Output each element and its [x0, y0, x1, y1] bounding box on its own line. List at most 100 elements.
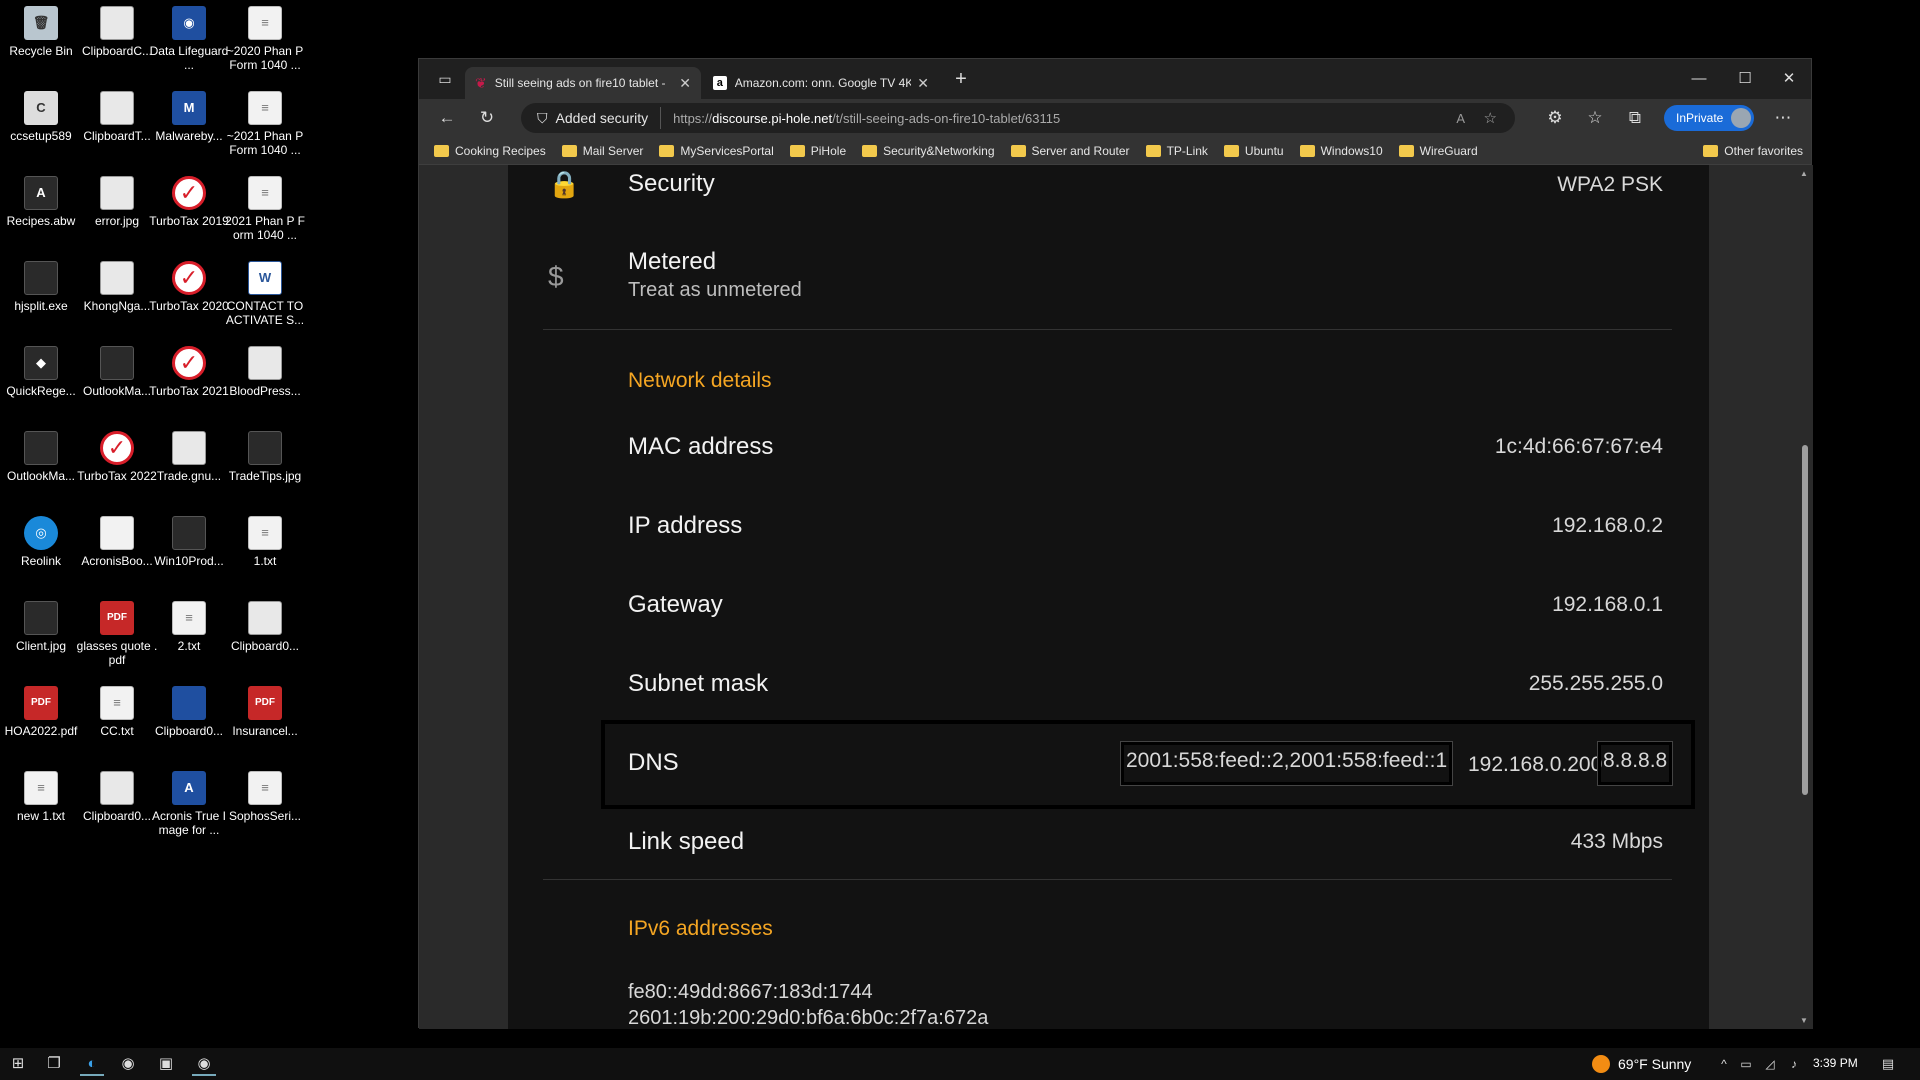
favorite-folder[interactable]: Mail Server: [561, 144, 643, 158]
favorite-folder[interactable]: Server and Router: [1010, 144, 1130, 158]
desktop-icon[interactable]: PDF Insurancel...: [224, 680, 306, 738]
desktop-icon[interactable]: ✓ TurboTax 2021: [148, 340, 230, 398]
desktop-file-icon: [100, 176, 134, 210]
favorite-folder[interactable]: Security&Networking: [862, 144, 995, 158]
edge-taskbar-icon[interactable]: ◐: [80, 1052, 104, 1076]
url-text[interactable]: https://discourse.pi-hole.net/t/still-se…: [673, 111, 1060, 126]
scrollbar[interactable]: ▲ ▼: [1797, 165, 1813, 1029]
weather-widget[interactable]: 69°F Sunny: [1592, 1055, 1691, 1073]
desktop-icon[interactable]: OutlookMa...: [0, 425, 82, 483]
favorite-folder[interactable]: Windows10: [1299, 144, 1383, 158]
desktop-icon[interactable]: error.jpg: [76, 170, 158, 228]
close-window-button[interactable]: ✕: [1767, 65, 1811, 93]
desktop-icon[interactable]: Trade.gnu...: [148, 425, 230, 483]
desktop-icon[interactable]: Client.jpg: [0, 595, 82, 653]
new-tab-button[interactable]: +: [947, 67, 975, 91]
desktop-icon[interactable]: ClipboardT...: [76, 85, 158, 143]
desktop-icon[interactable]: ✓ TurboTax 2022: [76, 425, 158, 483]
desktop-icon[interactable]: ≡ 2021 Phan P Form 1040 ...: [224, 170, 306, 242]
desktop-icon[interactable]: TradeTips.jpg: [224, 425, 306, 483]
desktop-file-icon: A: [24, 176, 58, 210]
desktop-icon[interactable]: ≡ ~2021 Phan P Form 1040 ...: [224, 85, 306, 157]
app-taskbar-icon[interactable]: ◉: [192, 1052, 216, 1076]
favorite-folder[interactable]: TP-Link: [1145, 144, 1208, 158]
desktop-icon[interactable]: PDF glasses quote .pdf: [76, 595, 158, 667]
desktop-icon[interactable]: ◉ Data Lifeguard ...: [148, 0, 230, 72]
read-aloud-icon[interactable]: A: [1456, 111, 1465, 126]
desktop-icon[interactable]: ≡ 1.txt: [224, 510, 306, 568]
folder-icon: [1223, 144, 1239, 157]
desktop-icon[interactable]: ≡ ~2020 Phan P Form 1040 ...: [224, 0, 306, 72]
folder-icon: [1010, 144, 1026, 157]
desktop-icon-label: TurboTax 2022: [77, 469, 157, 483]
tab-pihole[interactable]: ❦ Still seeing ads on fire10 tablet - ✕: [465, 67, 701, 99]
desktop-icon[interactable]: ClipboardC...: [76, 0, 158, 58]
desktop-icon[interactable]: KhongNga...: [76, 255, 158, 313]
desktop-icon[interactable]: W CONTACT TO ACTIVATE S...: [224, 255, 306, 327]
scroll-thumb[interactable]: [1802, 445, 1808, 795]
desktop-icon[interactable]: ◎ Reolink: [0, 510, 82, 568]
inprivate-badge[interactable]: InPrivate: [1664, 105, 1754, 131]
collections-icon[interactable]: ⧉: [1621, 106, 1649, 130]
desktop-icon-label: Win10Prod...: [154, 554, 224, 568]
desktop-icon[interactable]: ◆ QuickRege...: [0, 340, 82, 398]
desktop-icon[interactable]: Win10Prod...: [148, 510, 230, 568]
task-view-icon[interactable]: ❐: [42, 1052, 66, 1076]
desktop-icon[interactable]: ≡ CC.txt: [76, 680, 158, 738]
back-button[interactable]: ←: [433, 106, 461, 130]
refresh-button[interactable]: ↻: [473, 106, 501, 130]
other-favorites[interactable]: Other favorites: [1703, 144, 1803, 158]
tab-actions-icon[interactable]: ▭: [431, 67, 459, 91]
clock[interactable]: 3:39 PM: [1813, 1056, 1858, 1070]
desktop-icon-label: TurboTax 2020: [149, 299, 229, 313]
tray-chevron-icon[interactable]: ^: [1712, 1052, 1736, 1076]
desktop-icon[interactable]: M Malwareby...: [148, 85, 230, 143]
desktop-icon[interactable]: BloodPress...: [224, 340, 306, 398]
favorites-icon[interactable]: ☆: [1581, 106, 1609, 130]
desktop-icon[interactable]: Clipboard0...: [224, 595, 306, 653]
desktop-icon-label: ccsetup589: [10, 129, 72, 143]
desktop-icon[interactable]: hjsplit.exe: [0, 255, 82, 313]
address-bar[interactable]: ⛉ Added security https://discourse.pi-ho…: [521, 103, 1515, 133]
desktop-icon[interactable]: ≡ 2.txt: [148, 595, 230, 653]
start-windows-icon[interactable]: ⊞: [6, 1052, 30, 1076]
favorite-folder[interactable]: PiHole: [789, 144, 846, 158]
notifications-icon[interactable]: ▤: [1876, 1052, 1900, 1076]
desktop-icon[interactable]: A Acronis True Image for ...: [148, 765, 230, 837]
app-taskbar-icon[interactable]: ◉: [116, 1052, 140, 1076]
desktop-file-icon: ◉: [172, 6, 206, 40]
more-menu-icon[interactable]: ⋯: [1769, 106, 1797, 130]
desktop-icon[interactable]: 🗑 Recycle Bin: [0, 0, 82, 58]
battery-icon[interactable]: ▭: [1734, 1052, 1758, 1076]
desktop-icon[interactable]: A Recipes.abw: [0, 170, 82, 228]
network-icon[interactable]: ◿: [1758, 1052, 1782, 1076]
close-tab-icon[interactable]: ✕: [917, 75, 929, 92]
scroll-up-icon[interactable]: ▲: [1800, 169, 1808, 178]
desktop-icon[interactable]: PDF HOA2022.pdf: [0, 680, 82, 738]
desktop-icon[interactable]: ✓ TurboTax 2020: [148, 255, 230, 313]
favorite-folder[interactable]: MyServicesPortal: [659, 144, 774, 158]
close-tab-icon[interactable]: ✕: [679, 75, 691, 92]
favorite-folder[interactable]: Cooking Recipes: [434, 144, 546, 158]
scroll-down-icon[interactable]: ▼: [1800, 1016, 1808, 1025]
desktop-icon[interactable]: AcronisBoo...: [76, 510, 158, 568]
maximize-button[interactable]: ☐: [1723, 65, 1767, 93]
desktop-icon[interactable]: ≡ new 1.txt: [0, 765, 82, 823]
extensions-icon[interactable]: ⚙: [1541, 106, 1569, 130]
desktop-icon[interactable]: Clipboard0...: [148, 680, 230, 738]
desktop-file-icon: ◎: [24, 516, 58, 550]
desktop-icon[interactable]: ≡ SophosSeri...: [224, 765, 306, 823]
desktop-icon[interactable]: Cccsetup589: [0, 85, 82, 143]
security-indicator[interactable]: ⛉ Added security: [525, 107, 662, 129]
desktop-file-icon: [100, 771, 134, 805]
desktop-icon[interactable]: Clipboard0...: [76, 765, 158, 823]
app-taskbar-icon[interactable]: ▣: [154, 1052, 178, 1076]
desktop-icon[interactable]: ✓ TurboTax 2019: [148, 170, 230, 228]
favorite-folder[interactable]: WireGuard: [1398, 144, 1478, 158]
tab-amazon[interactable]: a Amazon.com: onn. Google TV 4K ✕: [703, 67, 939, 99]
favorite-folder[interactable]: Ubuntu: [1223, 144, 1284, 158]
volume-icon[interactable]: ♪: [1782, 1052, 1806, 1076]
favorite-star-icon[interactable]: ☆: [1484, 109, 1497, 127]
desktop-icon[interactable]: OutlookMa...: [76, 340, 158, 398]
minimize-button[interactable]: —: [1677, 65, 1721, 93]
